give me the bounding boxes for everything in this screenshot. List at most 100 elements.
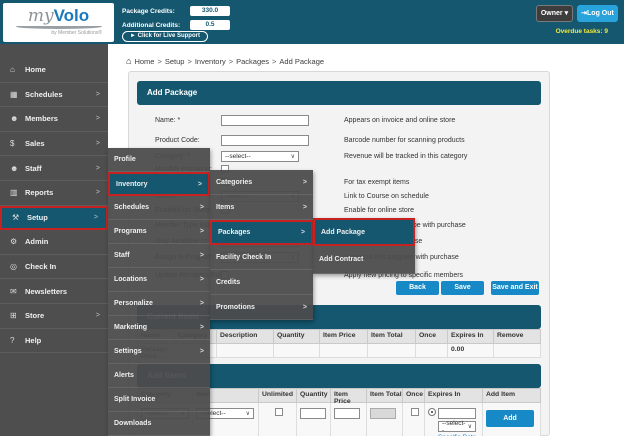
chevron-right-icon: > (96, 165, 100, 172)
myvolo-logo: myVolo by Member Solutions® (3, 3, 114, 42)
checkin-icon: ◎ (10, 262, 25, 271)
column-header: Description (217, 329, 274, 344)
credits-block: Package Credits: 330.0 Additional Credit… (122, 5, 230, 33)
once-checkbox[interactable] (411, 408, 419, 416)
page-title: Add Package (137, 81, 541, 105)
packages-submenu: Add Package Add Contract (313, 218, 415, 274)
save-button[interactable]: Save (441, 281, 484, 295)
chevron-right-icon: > (96, 140, 100, 147)
field-help: For tax exempt items (344, 179, 409, 186)
chevron-right-icon: > (303, 179, 307, 186)
menu-item-locations[interactable]: Locations > (108, 268, 210, 292)
sidebar-item-newsletters[interactable]: ✉ Newsletters (0, 279, 108, 304)
chevron-right-icon: > (200, 324, 204, 331)
logo-text-volo: Volo (54, 6, 90, 25)
menu-item-promotions[interactable]: Promotions > (210, 295, 313, 320)
chevron-right-icon: > (198, 181, 202, 188)
menu-item-add-package[interactable]: Add Package (313, 218, 415, 246)
back-button[interactable]: Back (396, 281, 439, 295)
breadcrumb-packages[interactable]: Packages (236, 57, 269, 66)
sidebar-nav: ⌂ Home ▦ Schedules > ☻ Members > $ Sales… (0, 44, 108, 436)
sidebar-item-reports[interactable]: ▥ Reports > (0, 181, 108, 206)
sidebar-item-admin[interactable]: ⚙ Admin (0, 230, 108, 255)
chevron-right-icon: > (96, 189, 100, 196)
menu-item-programs[interactable]: Programs > (108, 220, 210, 244)
caret-down-icon: ▾ (565, 10, 569, 17)
sidebar-item-setup[interactable]: ⚒ Setup > (0, 206, 108, 231)
sidebar-item-check-in[interactable]: ◎ Check In (0, 255, 108, 280)
breadcrumb-setup[interactable]: Setup (165, 57, 185, 66)
chevron-right-icon: > (200, 252, 204, 259)
unlimited-checkbox[interactable] (275, 408, 283, 416)
chevron-right-icon: > (301, 229, 305, 236)
add-item-button[interactable]: Add (486, 410, 534, 427)
expires-in-radio[interactable] (428, 408, 436, 416)
name-input[interactable] (221, 115, 309, 126)
column-header: Quantity (274, 329, 320, 344)
quantity-input[interactable] (300, 408, 326, 419)
menu-item-downloads[interactable]: Downloads (108, 412, 210, 436)
menu-item-credits[interactable]: Credits (210, 270, 313, 295)
package-credits-value: 330.0 (190, 6, 230, 16)
sidebar-item-schedules[interactable]: ▦ Schedules > (0, 83, 108, 108)
column-header: Item Total (367, 388, 403, 403)
expires-in-unit-select[interactable]: --select-- ∨ (438, 421, 476, 432)
chevron-right-icon: > (200, 204, 204, 211)
product-code-input[interactable] (221, 135, 309, 146)
menu-item-facility-check-in[interactable]: Facility Check In (210, 245, 313, 270)
home-icon: ⌂ (10, 65, 25, 74)
menu-item-schedules[interactable]: Schedules > (108, 196, 210, 220)
logout-button[interactable]: ⇥Log Out (577, 5, 618, 22)
menu-item-items[interactable]: Items > (210, 195, 313, 220)
expires-in-input[interactable] (438, 408, 476, 419)
staff-icon: ☻ (10, 164, 25, 173)
menu-item-alerts[interactable]: Alerts (108, 364, 210, 388)
app-window: myVolo by Member Solutions® Package Cred… (0, 0, 624, 436)
menu-item-packages[interactable]: Packages > (210, 220, 313, 245)
inventory-submenu: Categories > Items > Packages > Facility… (210, 170, 313, 320)
owner-dropdown[interactable]: Owner ▾ (536, 5, 573, 22)
column-header: Expires In (448, 329, 494, 344)
calendar-icon: ▦ (10, 90, 25, 99)
menu-item-add-contract[interactable]: Add Contract (313, 246, 415, 274)
overdue-tasks-badge: Overdue tasks: 9 (556, 28, 608, 35)
menu-item-settings[interactable]: Settings > (108, 340, 210, 364)
member-icon: ☻ (10, 114, 25, 123)
menu-item-marketing[interactable]: Marketing > (108, 316, 210, 340)
sidebar-item-home[interactable]: ⌂ Home (0, 58, 108, 83)
sidebar-item-sales[interactable]: $ Sales > (0, 132, 108, 157)
column-header: Item Total (368, 329, 416, 344)
item-total-input (370, 408, 396, 419)
breadcrumb-current: Add Package (279, 57, 324, 66)
chart-icon: ▥ (10, 188, 25, 197)
column-header: Remove (494, 329, 541, 344)
column-header: Expires In (425, 388, 483, 403)
menu-item-profile[interactable]: Profile (108, 148, 210, 172)
column-header: Once (403, 388, 425, 403)
menu-item-categories[interactable]: Categories > (210, 170, 313, 195)
menu-item-inventory[interactable]: Inventory > (108, 172, 210, 196)
menu-item-staff[interactable]: Staff > (108, 244, 210, 268)
column-header: Add Item (483, 388, 541, 403)
menu-item-personalize[interactable]: Personalize > (108, 292, 210, 316)
additional-credits-label: Additional Credits: (122, 22, 190, 29)
live-support-button[interactable]: ► Click for Live Support (122, 31, 208, 42)
chevron-right-icon: > (303, 304, 307, 311)
save-and-exit-button[interactable]: Save and Exit (491, 281, 539, 295)
menu-item-split-invoice[interactable]: Split Invoice (108, 388, 210, 412)
column-header: Quantity (297, 388, 331, 403)
breadcrumb-home[interactable]: Home (134, 57, 154, 66)
sidebar-item-members[interactable]: ☻ Members > (0, 107, 108, 132)
breadcrumb-inventory[interactable]: Inventory (195, 57, 226, 66)
sidebar-item-store[interactable]: ⊞ Store > (0, 304, 108, 329)
sidebar-item-help[interactable]: ? Help (0, 329, 108, 354)
chevron-right-icon: > (200, 228, 204, 235)
breadcrumb: ⌂Home>Setup>Inventory>Packages>Add Packa… (126, 56, 324, 66)
category-select[interactable]: --select-- ∨ (221, 151, 299, 162)
help-icon: ? (10, 336, 25, 345)
package-credits-label: Package Credits: (122, 8, 190, 15)
item-price-input[interactable] (334, 408, 360, 419)
top-header: myVolo by Member Solutions® Package Cred… (0, 0, 624, 44)
sidebar-item-staff[interactable]: ☻ Staff > (0, 156, 108, 181)
logo-text-my: my (28, 6, 54, 26)
